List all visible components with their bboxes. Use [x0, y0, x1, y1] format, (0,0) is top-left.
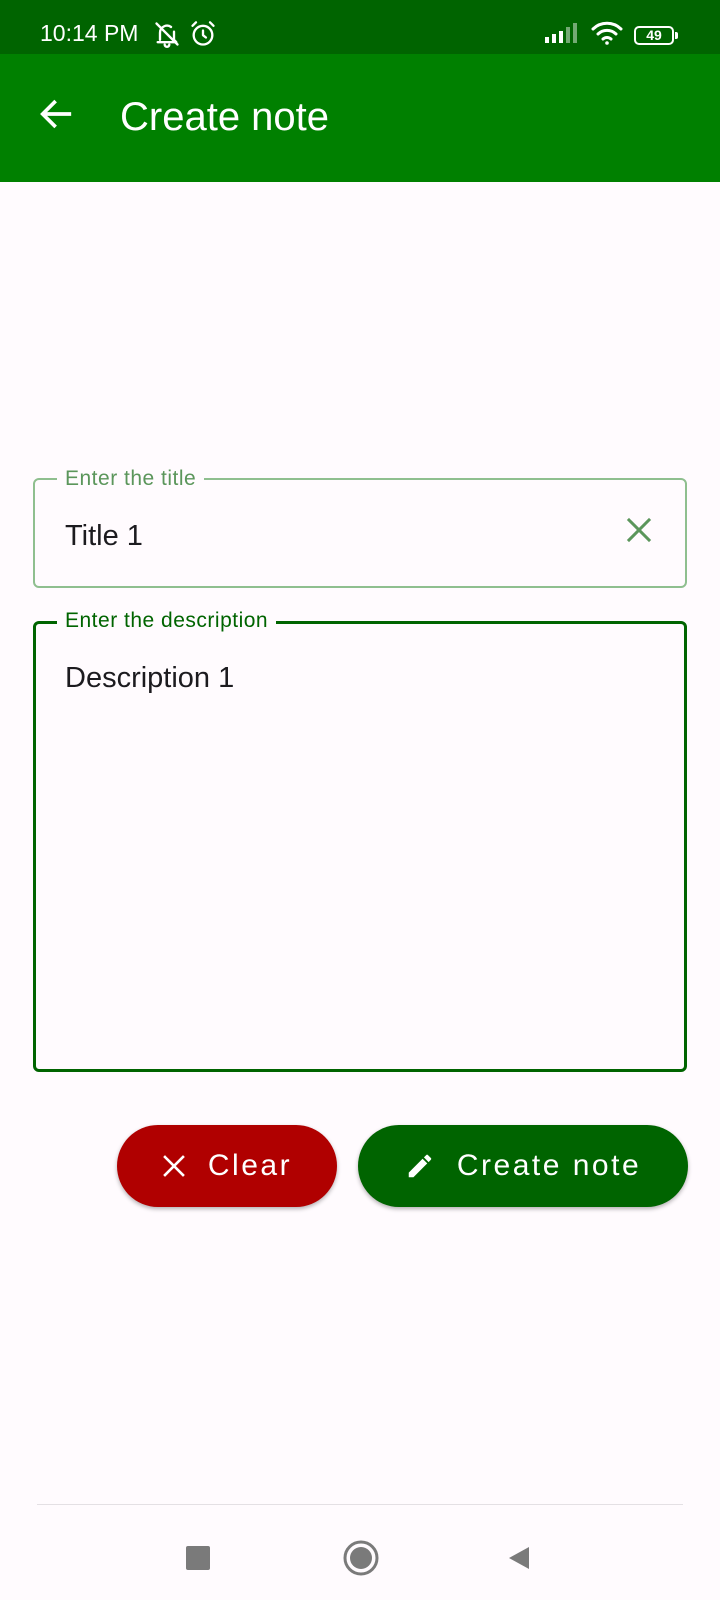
- clear-button[interactable]: Clear: [117, 1125, 337, 1207]
- close-icon: [624, 515, 654, 550]
- page-title: Create note: [120, 95, 330, 139]
- triangle-back-icon: [505, 1544, 533, 1577]
- battery-level: 49: [646, 26, 662, 43]
- title-field-label: Enter the title: [57, 466, 205, 492]
- create-note-button-label: Create note: [456, 1149, 642, 1182]
- back-button[interactable]: [26, 86, 86, 146]
- signal-icon: [544, 22, 580, 49]
- bell-off-icon: [153, 20, 181, 48]
- system-back-button[interactable]: [494, 1535, 544, 1585]
- clear-title-button[interactable]: [619, 512, 659, 552]
- home-button[interactable]: [336, 1535, 386, 1585]
- create-note-button[interactable]: Create note: [358, 1125, 688, 1207]
- status-left-icons: [153, 20, 217, 48]
- description-field-label: Enter the description: [57, 608, 277, 634]
- arrow-left-icon: [36, 94, 76, 139]
- description-field[interactable]: Enter the description Description 1: [33, 608, 687, 1072]
- wifi-icon: [590, 20, 624, 51]
- status-right-icons: 49: [544, 20, 678, 51]
- description-field-value[interactable]: Description 1: [65, 660, 234, 696]
- status-time: 10:14 PM: [40, 20, 139, 46]
- battery-icon: 49: [634, 25, 678, 45]
- top-app-bar: Create note: [0, 54, 720, 182]
- system-nav-bar: [0, 1505, 720, 1600]
- status-bar: 10:14 PM 49: [0, 0, 720, 54]
- title-field-value[interactable]: Title 1: [65, 518, 143, 554]
- pencil-icon: [405, 1151, 435, 1181]
- title-field[interactable]: Enter the title Title 1: [33, 466, 687, 588]
- square-icon: [185, 1545, 211, 1576]
- clear-button-label: Clear: [207, 1149, 293, 1182]
- recents-button[interactable]: [173, 1535, 223, 1585]
- circle-icon: [342, 1539, 380, 1582]
- close-icon: [162, 1154, 186, 1178]
- alarm-icon: [189, 20, 217, 48]
